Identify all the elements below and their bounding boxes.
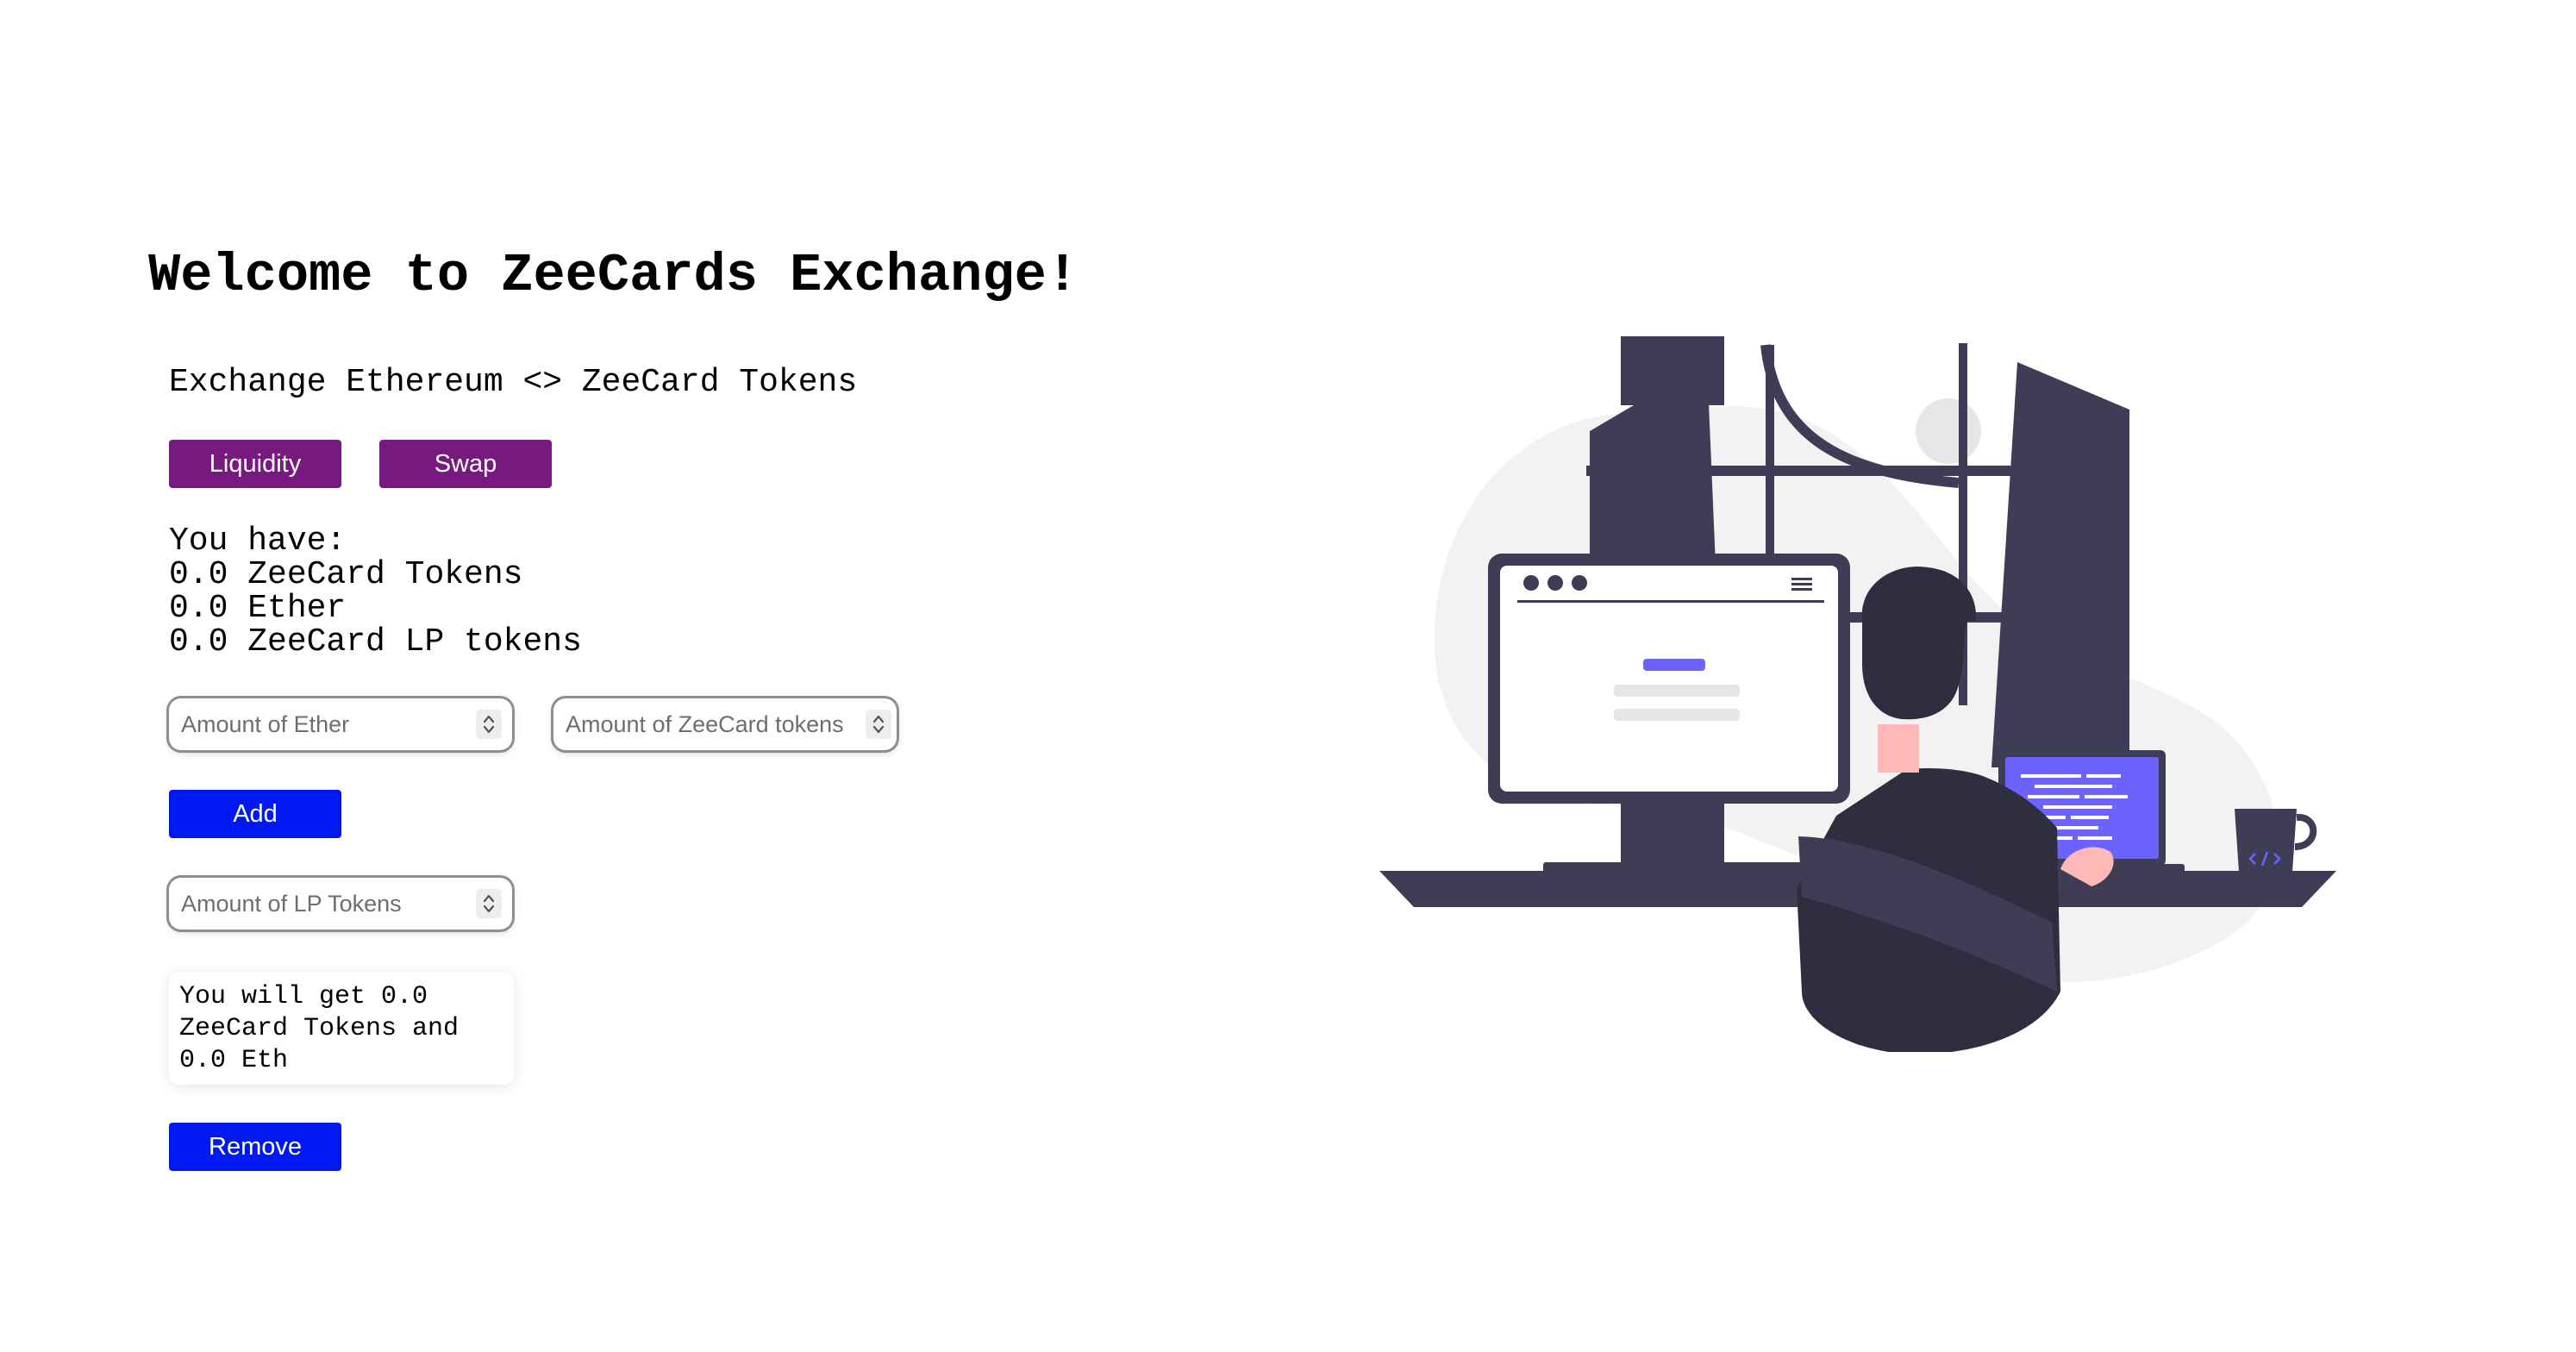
stepper-arrows-icon [483, 894, 495, 913]
lp-tokens-amount-stepper[interactable] [476, 889, 502, 918]
balance-zeecard-tokens: 0.0 ZeeCard Tokens [169, 556, 523, 593]
swap-tab-button[interactable]: Swap [379, 440, 552, 488]
balance-summary: You have: 0.0 ZeeCard Tokens 0.0 Ether 0… [169, 524, 582, 659]
balance-lp-tokens: 0.0 ZeeCard LP tokens [169, 623, 582, 660]
balance-intro: You have: [169, 523, 347, 560]
ether-amount-stepper[interactable] [476, 710, 502, 739]
estimate-line: You will get 0.0 [179, 982, 428, 1011]
liquidity-tab-button[interactable]: Liquidity [169, 440, 341, 488]
zeecard-tokens-amount-stepper[interactable] [866, 710, 891, 739]
page-title: Welcome to ZeeCards Exchange! [148, 245, 1079, 306]
zeecard-tokens-amount-input[interactable]: Amount of ZeeCard tokens [553, 698, 897, 750]
page-subtitle: Exchange Ethereum <> ZeeCard Tokens [169, 364, 858, 401]
ether-amount-placeholder: Amount of Ether [181, 710, 350, 737]
add-liquidity-button[interactable]: Add [169, 790, 341, 838]
lp-tokens-amount-placeholder: Amount of LP Tokens [181, 890, 402, 917]
remove-liquidity-button[interactable]: Remove [169, 1123, 341, 1171]
developer-at-desk-illustration [1379, 336, 2336, 1052]
estimate-line: 0.0 Eth [179, 1046, 289, 1075]
stepper-arrows-icon [872, 715, 885, 734]
ether-amount-input[interactable]: Amount of Ether [169, 698, 512, 750]
stepper-arrows-icon [483, 715, 495, 734]
lp-tokens-amount-input[interactable]: Amount of LP Tokens [169, 878, 512, 930]
removal-estimate-box: You will get 0.0 ZeeCard Tokens and 0.0 … [169, 973, 514, 1085]
estimate-line: ZeeCard Tokens and [179, 1014, 460, 1043]
zeecard-tokens-amount-placeholder: Amount of ZeeCard tokens [566, 710, 844, 737]
balance-ether: 0.0 Ether [169, 590, 347, 627]
